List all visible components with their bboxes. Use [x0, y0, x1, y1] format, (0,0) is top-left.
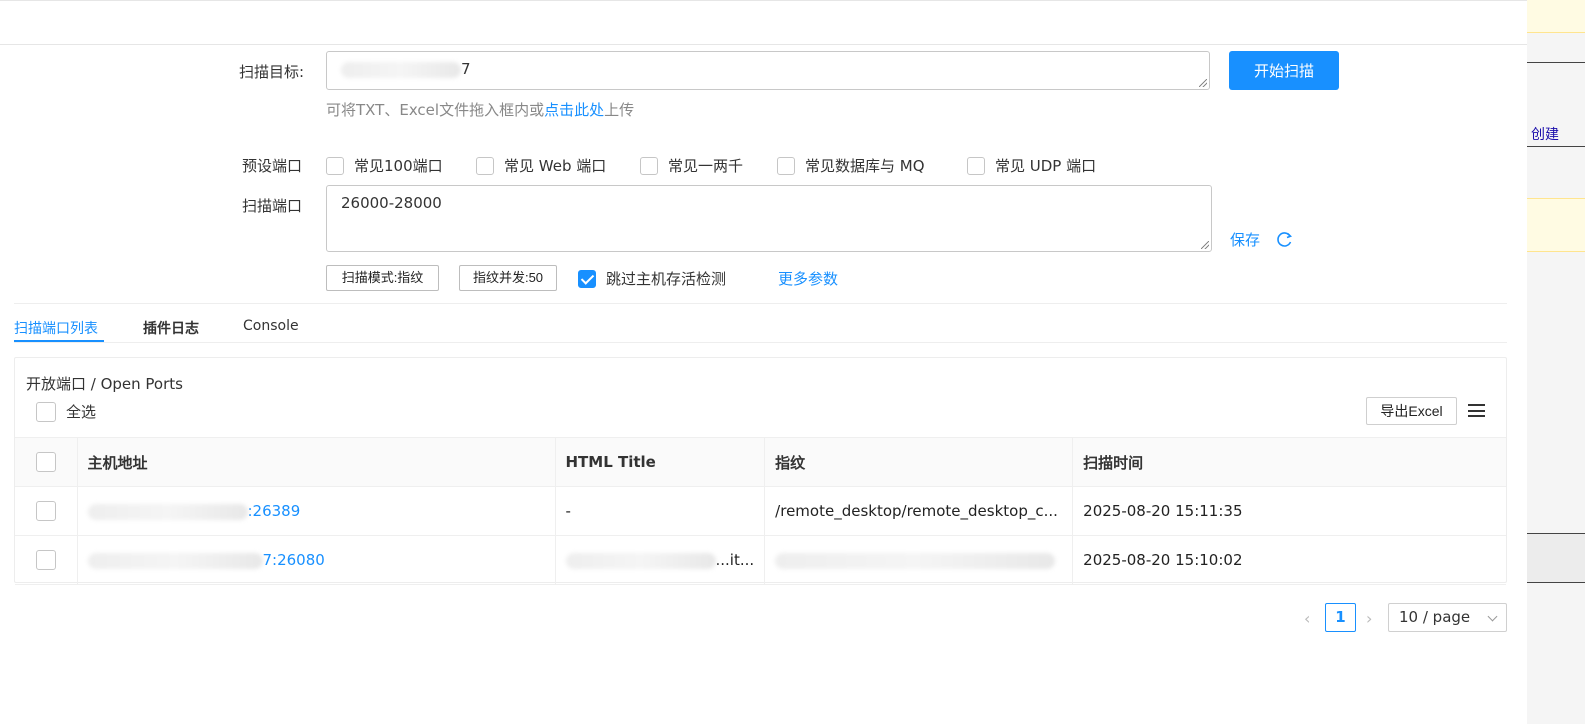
chevron-down-icon [1487, 611, 1498, 622]
scan-time-cell: 2025-08-20 15:10:02 [1072, 535, 1506, 585]
chevron-right-icon[interactable]: › [1366, 609, 1372, 628]
preset-common-db-mq[interactable]: 常见数据库与 MQ [777, 155, 925, 176]
scan-ports-input[interactable]: 26000-28000 [326, 185, 1212, 252]
checkbox[interactable] [967, 156, 985, 175]
page-size-value: 10 / page [1399, 608, 1471, 626]
preset-common-100[interactable]: 常见100端口 [326, 155, 443, 176]
preset-label: 常见 UDP 端口 [995, 157, 1097, 175]
redacted-title [565, 552, 716, 569]
fingerprint-cell: /remote_desktop/remote_desktop_c... [764, 486, 1074, 536]
table-row: :26389 - /remote_desktop/remote_desktop_… [15, 486, 1506, 536]
start-scan-button[interactable]: 开始扫描 [1229, 51, 1339, 90]
host-address-link[interactable]: :26389 [77, 486, 556, 536]
redacted-host [87, 552, 263, 569]
checkbox[interactable] [36, 550, 56, 570]
select-all[interactable]: 全选 [36, 401, 96, 422]
export-excel-button[interactable]: 导出Excel [1366, 397, 1457, 425]
right-panel-notice [1527, 198, 1585, 252]
preset-label: 常见一两千 [668, 157, 744, 175]
checkbox[interactable] [777, 156, 795, 175]
host-address-link[interactable]: 7:26080 [77, 535, 556, 585]
host-port: 7:26080 [262, 551, 325, 569]
column-header-fingerprint[interactable]: 指纹 [764, 437, 1074, 487]
row-checkbox-cell [15, 486, 78, 536]
preset-common-udp[interactable]: 常见 UDP 端口 [967, 155, 1096, 176]
checkbox[interactable] [476, 156, 494, 175]
menu-icon[interactable] [1468, 404, 1485, 417]
tab-console[interactable]: Console [243, 318, 299, 334]
upload-hint-suffix: 上传 [604, 101, 635, 119]
table-header-row: 主机地址 HTML Title 指纹 扫描时间 [15, 437, 1506, 487]
right-panel-divider [1527, 146, 1585, 147]
divider [14, 303, 1507, 304]
page-size-select[interactable]: 10 / page [1388, 603, 1507, 632]
pagination-current-page[interactable]: 1 [1325, 603, 1356, 632]
open-ports-card: 开放端口 / Open Ports 全选 导出Excel 主机地址 HTML T… [14, 357, 1507, 585]
right-panel-create-link[interactable]: 创建 [1531, 124, 1559, 144]
fingerprint-concurrency-button[interactable]: 指纹并发:50 [459, 265, 557, 291]
tab-plugin-log[interactable]: 插件日志 [143, 318, 199, 338]
upload-hint: 可将TXT、Excel文件拖入框内或点击此处上传 [326, 99, 634, 120]
row-checkbox-cell [15, 535, 78, 585]
card-title: 开放端口 / Open Ports [26, 375, 183, 393]
top-bar [0, 0, 1527, 45]
save-ports-link[interactable]: 保存 [1230, 229, 1260, 250]
right-panel-notice-top [1527, 0, 1585, 33]
select-all-label: 全选 [66, 403, 97, 421]
column-header-title[interactable]: HTML Title [555, 437, 766, 487]
skip-alive-check[interactable]: 跳过主机存活检测 [578, 268, 726, 289]
checkbox[interactable] [36, 501, 56, 521]
html-title-cell: - [555, 486, 766, 536]
scan-target-value: 7 [461, 60, 471, 78]
checkbox[interactable] [326, 156, 344, 175]
right-side-panel: 创建 [1527, 0, 1585, 724]
checkbox[interactable] [36, 401, 56, 422]
upload-hint-prefix: 可将TXT、Excel文件拖入框内或 [326, 101, 545, 119]
scan-time-cell: 2025-08-20 15:11:35 [1072, 486, 1506, 536]
preset-label: 常见数据库与 MQ [805, 157, 925, 175]
tabs-divider [14, 342, 1507, 343]
skip-alive-label: 跳过主机存活检测 [606, 270, 727, 288]
upload-click-link[interactable]: 点击此处 [544, 101, 604, 119]
preset-common-web[interactable]: 常见 Web 端口 [476, 155, 606, 176]
ports-table: 主机地址 HTML Title 指纹 扫描时间 :26389 - /remote… [15, 437, 1506, 585]
tab-scan-ports[interactable]: 扫描端口列表 [14, 318, 98, 338]
redacted-target [341, 61, 461, 78]
scan-target-label: 扫描目标: [239, 63, 305, 81]
resize-handle-icon[interactable] [1199, 79, 1207, 87]
right-panel-block [1527, 533, 1585, 583]
preset-label: 常见100端口 [354, 157, 443, 175]
column-header-scan-time[interactable]: 扫描时间 [1072, 437, 1506, 487]
scan-target-input[interactable]: 7 [326, 51, 1210, 90]
preset-label: 常见 Web 端口 [504, 157, 607, 175]
preset-common-thousands[interactable]: 常见一两千 [640, 155, 743, 176]
column-header-host[interactable]: 主机地址 [77, 437, 556, 487]
host-port: :26389 [247, 502, 301, 520]
preset-ports-label: 预设端口 [242, 157, 303, 175]
checkbox[interactable] [36, 452, 56, 472]
scan-mode-button[interactable]: 扫描模式:指纹 [326, 265, 439, 291]
scan-ports-value: 26000-28000 [341, 194, 442, 212]
fingerprint-cell [764, 535, 1074, 585]
refresh-icon[interactable] [1276, 231, 1293, 248]
resize-handle-icon[interactable] [1201, 241, 1209, 249]
right-panel-divider [1527, 62, 1585, 63]
redacted-host [87, 503, 248, 520]
html-title-text: ...it... [715, 551, 755, 569]
scan-ports-label: 扫描端口 [242, 197, 303, 215]
checked-checkbox-icon[interactable] [578, 269, 596, 288]
redacted-fingerprint [775, 552, 1056, 569]
header-checkbox-cell [15, 437, 78, 487]
html-title-cell: ...it... [555, 535, 766, 585]
chevron-left-icon[interactable]: ‹ [1304, 609, 1310, 628]
checkbox[interactable] [640, 156, 658, 175]
more-params-link[interactable]: 更多参数 [778, 268, 838, 289]
table-row: 7:26080 ...it... 2025-08-20 15:10:02 [15, 535, 1506, 585]
